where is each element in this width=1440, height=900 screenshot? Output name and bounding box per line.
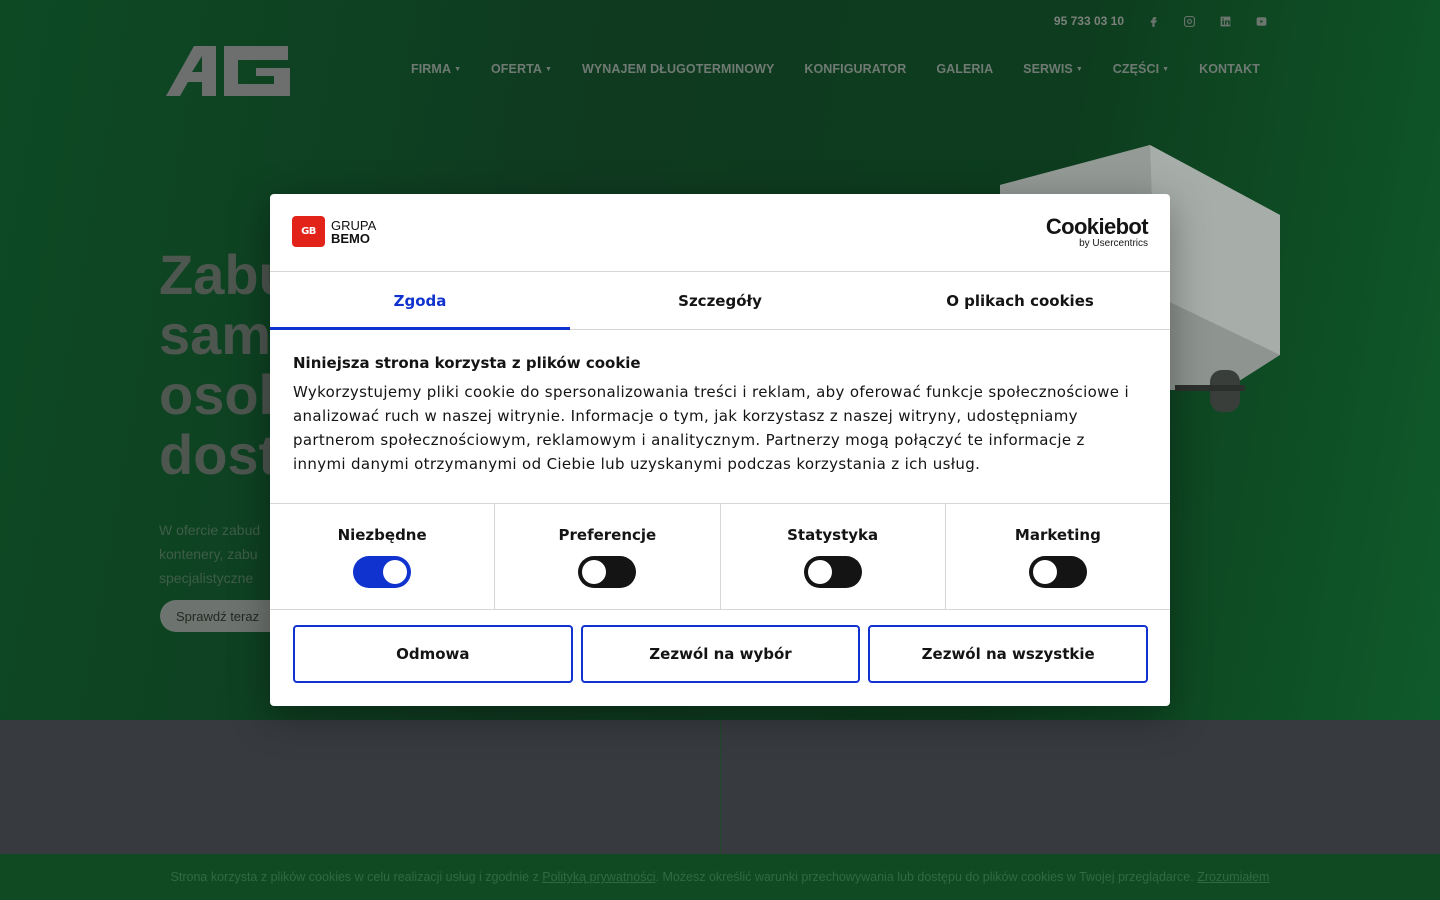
understood-link[interactable]: Zrozumiałem	[1197, 870, 1269, 884]
dialog-header: GB GRUPA BEMO Cookiebot by Usercentrics	[270, 194, 1170, 272]
allow-selection-button[interactable]: Zezwól na wybór	[580, 625, 861, 683]
toggle-label: Niezbędne	[337, 526, 427, 544]
facebook-icon[interactable]	[1146, 14, 1160, 28]
lower-section	[0, 720, 1440, 854]
consent-text-line: innymi danymi otrzymanymi od Ciebie lub …	[293, 455, 981, 473]
statistics-toggle[interactable]	[803, 556, 862, 588]
caret-down-icon: ▼	[1162, 66, 1170, 74]
toggle-cell-niezbedne: Niezbędne	[270, 504, 496, 609]
nav-wynajem[interactable]: WYNAJEM DŁUGOTERMINOWY	[582, 62, 774, 76]
cookie-consent-dialog: GB GRUPA BEMO Cookiebot by Usercentrics …	[270, 194, 1170, 706]
consent-body: Niniejsza strona korzysta z plików cooki…	[270, 330, 1170, 504]
section-divider	[720, 720, 721, 854]
cookie-bar-text: Strona korzysta z plików cookies w celu …	[170, 870, 543, 884]
deny-button[interactable]: Odmowa	[293, 625, 573, 683]
tab-szczegoly[interactable]: Szczegóły	[570, 272, 870, 329]
toggle-label: Preferencje	[558, 526, 657, 544]
nav-czesci[interactable]: CZĘŚCI ▼	[1113, 62, 1169, 76]
youtube-icon[interactable]	[1254, 14, 1268, 28]
tab-o-plikach-cookies[interactable]: O plikach cookies	[870, 272, 1170, 329]
cookiebot-logo[interactable]: Cookiebot by Usercentrics	[1045, 214, 1149, 250]
nav-kontakt[interactable]: KONTAKT	[1199, 62, 1260, 76]
nav-firma[interactable]: FIRMA ▼	[411, 62, 461, 76]
brand-line2: BEMO	[331, 230, 370, 246]
consent-text-line: analizować ruch w naszej witrynie. Infor…	[293, 407, 1078, 425]
instagram-icon[interactable]	[1182, 14, 1196, 28]
caret-down-icon: ▼	[454, 66, 462, 74]
consent-text-line: partnerom społecznościowym, reklamowym i…	[293, 431, 1085, 449]
toggle-knob	[383, 560, 408, 584]
consent-text: Wykorzystujemy pliki cookie do spersonal…	[293, 380, 1148, 476]
toggle-knob	[582, 560, 607, 584]
toggle-cell-marketing: Marketing	[946, 504, 1170, 609]
toggle-cell-statystyka: Statystyka	[721, 504, 946, 609]
grupa-bemo-logo: GB GRUPA BEMO	[292, 216, 376, 247]
tab-zgoda[interactable]: Zgoda	[270, 272, 570, 330]
top-contact-bar: 95 733 03 10	[1054, 14, 1268, 28]
caret-down-icon: ▼	[1075, 66, 1083, 74]
phone-number[interactable]: 95 733 03 10	[1054, 14, 1124, 28]
toggle-knob	[807, 560, 832, 584]
cookiebot-subtitle: by Usercentrics	[1079, 238, 1148, 249]
allow-all-button[interactable]: Zezwól na wszystkie	[868, 625, 1149, 683]
necessary-toggle[interactable]	[353, 556, 412, 588]
bemo-mark-icon: GB	[292, 216, 325, 247]
preferences-toggle[interactable]	[578, 556, 637, 588]
consent-text-line: Wykorzystujemy pliki cookie do spersonal…	[293, 383, 1129, 401]
main-nav: FIRMA ▼ OFERTA ▼ WYNAJEM DŁUGOTERMINOWY KO…	[411, 62, 1260, 76]
toggle-cell-preferencje: Preferencje	[495, 504, 721, 609]
nav-galeria[interactable]: GALERIA	[936, 62, 993, 76]
cookie-notice-bar: Strona korzysta z plików cookies w celu …	[0, 854, 1440, 900]
nav-serwis[interactable]: SERWIS ▼	[1023, 62, 1083, 76]
toggle-label: Statystyka	[787, 526, 879, 544]
marketing-toggle[interactable]	[1028, 556, 1087, 588]
dialog-tabs: Zgoda Szczegóły O plikach cookies	[270, 272, 1170, 330]
toggle-knob	[1032, 560, 1057, 584]
ag-logo[interactable]	[164, 42, 292, 98]
linkedin-icon[interactable]	[1218, 14, 1232, 28]
privacy-policy-link[interactable]: Polityką prywatności	[542, 870, 655, 884]
consent-toggles: Niezbędne Preferencje Statystyka Marketi…	[270, 504, 1170, 610]
brand-line1: GRUPA	[331, 217, 377, 233]
consent-heading: Niniejsza strona korzysta z plików cooki…	[293, 354, 641, 372]
cookie-bar-text: . Możesz określić warunki przechowywania…	[655, 870, 1198, 884]
nav-konfigurator[interactable]: KONFIGURATOR	[804, 62, 906, 76]
consent-buttons: Odmowa Zezwól na wybór Zezwól na wszystk…	[270, 610, 1170, 683]
toggle-label: Marketing	[1014, 526, 1101, 544]
cookiebot-title: Cookiebot	[1045, 214, 1149, 239]
nav-oferta[interactable]: OFERTA ▼	[491, 62, 552, 76]
caret-down-icon: ▼	[545, 66, 553, 74]
